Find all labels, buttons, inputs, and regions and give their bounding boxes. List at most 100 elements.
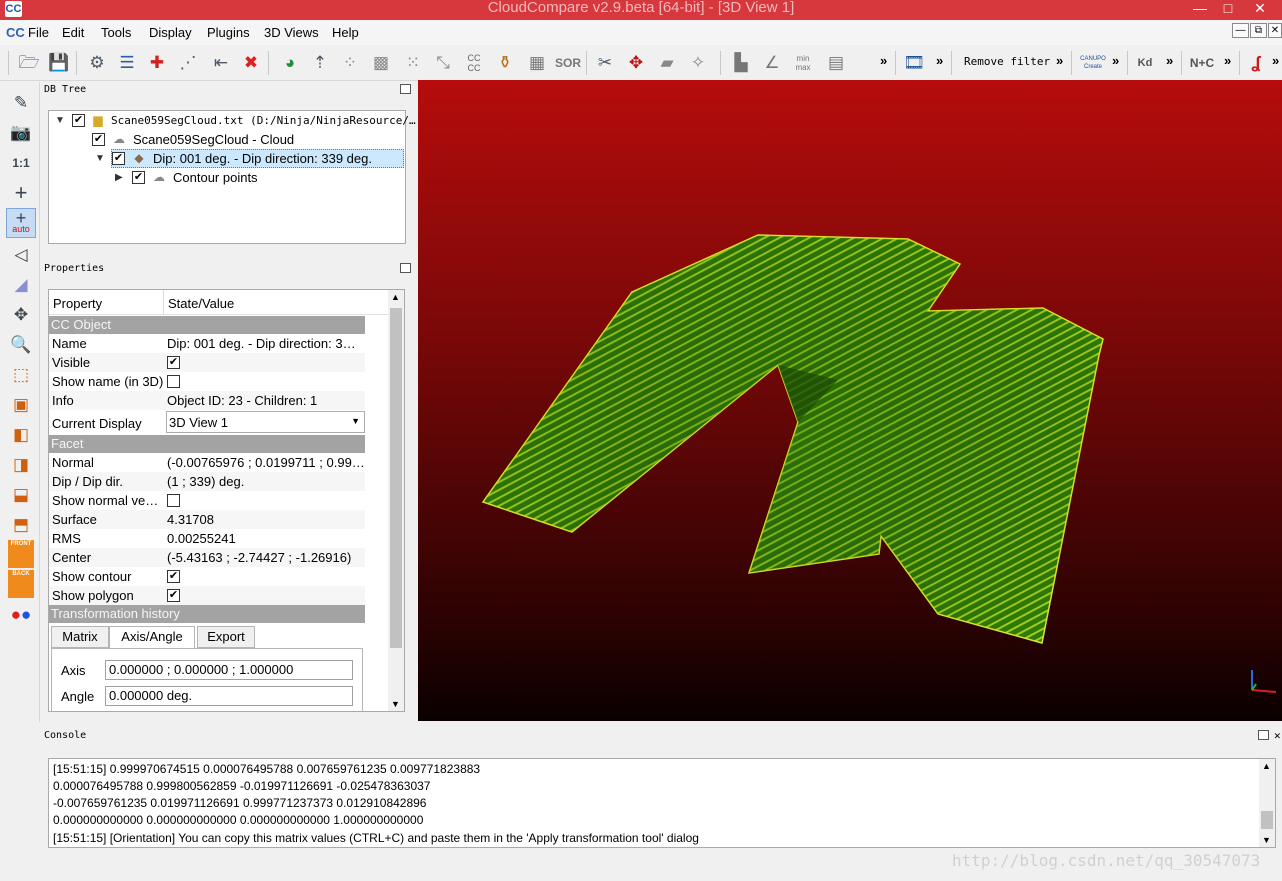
filter-icon[interactable]: ▩ <box>369 51 393 75</box>
remove-filter-button[interactable]: Remove filter <box>964 55 1050 68</box>
perspective-icon[interactable]: ◁ <box>8 242 34 268</box>
cc-icon[interactable]: CC CC <box>462 51 486 75</box>
scale-icon[interactable]: ⤡ <box>431 51 455 75</box>
scissors-icon[interactable]: ✂ <box>593 51 617 75</box>
db-tree-float-button[interactable] <box>400 84 411 94</box>
properties-scrollbar[interactable]: ▲ ▼ <box>388 290 404 711</box>
properties-float-button[interactable] <box>400 263 411 273</box>
visible-checkbox[interactable]: ✔ <box>167 356 180 369</box>
menu-plugins[interactable]: Plugins <box>207 25 250 40</box>
show-name-checkbox[interactable] <box>167 375 180 388</box>
delete-icon[interactable]: ✖ <box>239 51 263 75</box>
toolbar-more-button[interactable]: » <box>936 53 943 68</box>
view-right-icon[interactable]: ◨ <box>8 452 34 478</box>
scrollbar-thumb[interactable] <box>1261 811 1273 829</box>
open-icon[interactable]: 🗁 <box>17 51 41 75</box>
camera-icon[interactable]: 📷 <box>8 120 34 146</box>
trash-icon[interactable]: ▤ <box>824 51 848 75</box>
angle-field[interactable]: 0.000000 deg. <box>105 686 353 706</box>
sample-icon[interactable]: ⁘ <box>338 51 362 75</box>
show-normal-checkbox[interactable] <box>167 494 180 507</box>
front-icon[interactable]: FRONT <box>8 540 34 568</box>
auto-pivot-icon[interactable]: + auto <box>6 208 36 238</box>
pick-icon[interactable]: ✧ <box>686 51 710 75</box>
tree-checkbox[interactable]: ✔ <box>92 133 105 146</box>
current-display-select[interactable]: 3D View 1 ▼ <box>166 411 365 433</box>
histogram-icon[interactable]: ▙ <box>729 51 753 75</box>
menu-file[interactable]: File <box>28 25 49 40</box>
light-icon[interactable]: ◢ <box>8 272 34 298</box>
toolbar-more-button[interactable]: » <box>1056 53 1063 68</box>
plane-icon[interactable]: ▰ <box>655 51 679 75</box>
show-contour-checkbox[interactable]: ✔ <box>167 570 180 583</box>
merge-icon[interactable]: ✚ <box>145 51 169 75</box>
expand-arrow-icon[interactable]: ▼ <box>95 153 105 164</box>
kd-icon[interactable]: Kd <box>1133 51 1157 75</box>
noise-icon[interactable]: ⁙ <box>401 51 425 75</box>
menu-3d-views[interactable]: 3D Views <box>264 25 319 40</box>
tree-checkbox[interactable]: ✔ <box>112 152 125 165</box>
film-icon[interactable]: 🎞 <box>902 51 926 75</box>
sor-icon[interactable]: SOR <box>555 51 581 75</box>
scroll-down-icon[interactable]: ▼ <box>391 699 400 709</box>
close-button[interactable]: ✕ <box>1242 0 1278 18</box>
segment-icon[interactable]: ⋰ <box>176 51 200 75</box>
minimize-button[interactable]: — <box>1186 0 1214 18</box>
save-icon[interactable]: 💾 <box>47 51 71 75</box>
menu-tools[interactable]: Tools <box>101 25 131 40</box>
color-icon[interactable]: ◕ <box>278 51 302 75</box>
console-float-button[interactable] <box>1258 730 1269 740</box>
normals-icon[interactable]: ⇡ <box>308 51 332 75</box>
minmax-icon[interactable]: min max <box>791 51 815 75</box>
tree-item-cloud[interactable]: ✔ ☁ Scane059SegCloud - Cloud <box>49 130 405 149</box>
scroll-down-icon[interactable]: ▼ <box>1262 835 1271 845</box>
show-polygon-checkbox[interactable]: ✔ <box>167 589 180 602</box>
stereo-icon[interactable]: ●● <box>8 602 34 628</box>
tab-axis-angle[interactable]: Axis/Angle <box>109 626 195 649</box>
scroll-up-icon[interactable]: ▲ <box>1262 761 1271 771</box>
tree-item-contour[interactable]: ▶ ✔ ☁ Contour points <box>49 168 405 187</box>
one-to-one-icon[interactable]: 1:1 <box>8 150 34 176</box>
collapse-arrow-icon[interactable]: ▶ <box>115 172 123 183</box>
maximize-button[interactable]: □ <box>1214 0 1242 18</box>
3d-view[interactable] <box>418 80 1282 721</box>
pencil-icon[interactable]: ✎ <box>8 90 34 116</box>
nc-icon[interactable]: N+C <box>1187 51 1217 75</box>
scroll-up-icon[interactable]: ▲ <box>391 292 400 302</box>
mdi-restore-button[interactable]: ⧉ <box>1250 23 1267 38</box>
stats-icon[interactable]: ∠ <box>760 51 784 75</box>
console-scrollbar[interactable]: ▲ ▼ <box>1259 759 1275 847</box>
s-icon[interactable]: ʆ <box>1244 51 1268 75</box>
menu-edit[interactable]: Edit <box>62 25 84 40</box>
mdi-close-button[interactable]: ✕ <box>1268 23 1282 38</box>
tree-checkbox[interactable]: ✔ <box>132 171 145 184</box>
zoom-icon[interactable]: 🔍 <box>8 332 34 358</box>
console-close-icon[interactable]: ✕ <box>1274 727 1281 744</box>
crop-icon[interactable]: ⇤ <box>209 51 233 75</box>
expand-arrow-icon[interactable]: ▼ <box>55 115 65 126</box>
axis-field[interactable]: 0.000000 ; 0.000000 ; 1.000000 <box>105 660 353 680</box>
tab-matrix[interactable]: Matrix <box>51 626 109 648</box>
crosshair-icon[interactable]: + <box>8 180 34 206</box>
tree-checkbox[interactable]: ✔ <box>72 114 85 127</box>
checker-icon[interactable]: ▦ <box>525 51 549 75</box>
view-top-icon[interactable]: ⬚ <box>8 362 34 388</box>
tab-export[interactable]: Export <box>197 626 255 648</box>
view-iso-icon[interactable]: ⬒ <box>8 512 34 538</box>
toolbar-more-button[interactable]: » <box>1224 53 1231 68</box>
view-bottom-icon[interactable]: ⬓ <box>8 482 34 508</box>
menu-help[interactable]: Help <box>332 25 359 40</box>
settings-icon[interactable]: ⚙ <box>85 51 109 75</box>
back-icon[interactable]: BACK <box>8 570 34 598</box>
scrollbar-thumb[interactable] <box>390 308 402 648</box>
bucket-icon[interactable]: ⚱ <box>493 51 517 75</box>
view-front-icon[interactable]: ▣ <box>8 392 34 418</box>
tree-item-file[interactable]: ▼ ✔ ▆ Scane059SegCloud.txt (D:/Ninja/Nin… <box>49 111 416 130</box>
toolbar-more-button[interactable]: » <box>1272 53 1279 68</box>
toolbar-more-button[interactable]: » <box>880 53 887 68</box>
mdi-minimize-button[interactable]: — <box>1232 23 1249 38</box>
translate-icon[interactable]: ✥ <box>624 51 648 75</box>
toolbar-more-button[interactable]: » <box>1112 53 1119 68</box>
canupo-icon[interactable]: CANUPO Create <box>1078 51 1108 75</box>
tree-item-facet[interactable]: ▼ ✔ ◆ Dip: 001 deg. - Dip direction: 339… <box>49 149 405 168</box>
